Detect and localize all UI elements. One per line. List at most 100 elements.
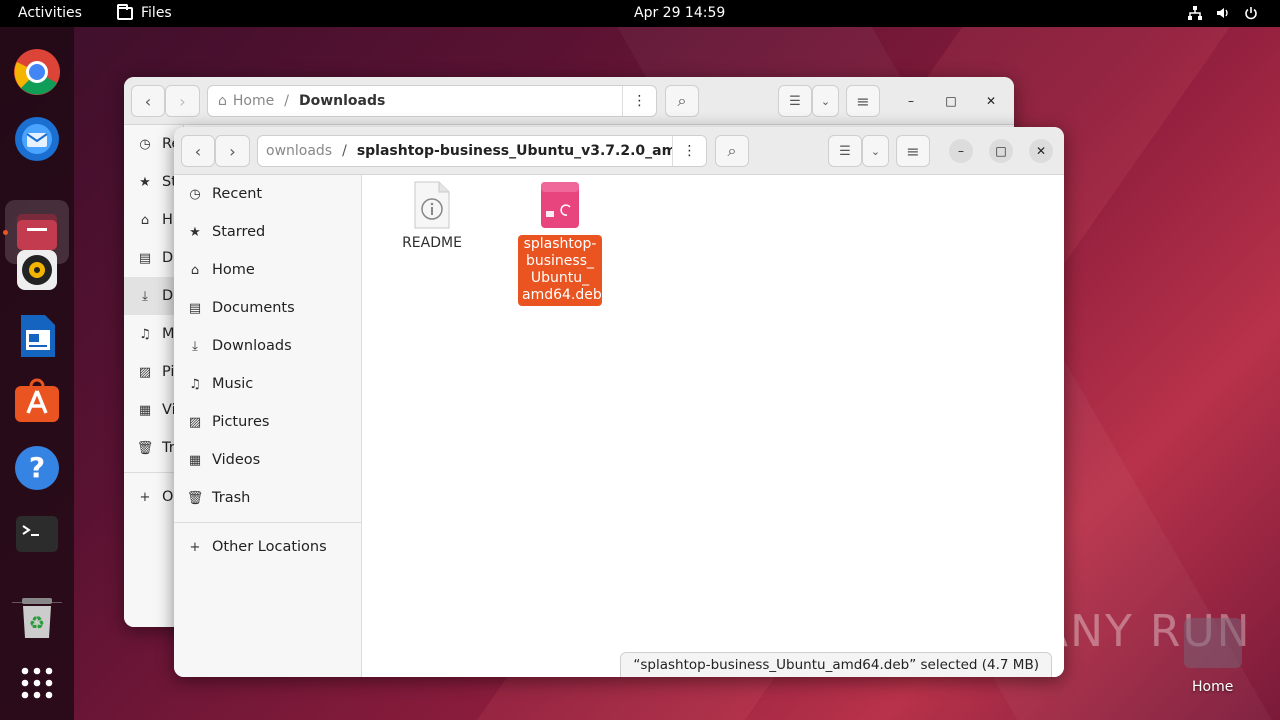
star-icon: ★: [189, 224, 201, 240]
terminal-icon[interactable]: [13, 510, 61, 558]
close-button[interactable]: ✕: [979, 89, 1003, 113]
sidebar-item-other-locations[interactable]: + Other Locations: [174, 528, 362, 566]
sidebar-item-videos[interactable]: ▦ Videos: [174, 441, 362, 479]
sidebar-item-starred[interactable]: ★ Starred: [174, 213, 362, 251]
trash-icon: 🗑: [136, 440, 154, 456]
path-separator: /: [284, 93, 289, 109]
rhythmbox-icon[interactable]: [13, 246, 61, 294]
main-menu-button[interactable]: ≡: [896, 135, 930, 167]
headerbar: ‹ › ⌂ Home / Downloads ⋮ ⌕ ☰ ⌄ ≡ – □ ✕: [124, 77, 1014, 125]
files-window[interactable]: ‹ › ownloads / splashtop-business_Ubuntu…: [174, 127, 1064, 677]
music-icon: ♫: [139, 326, 151, 342]
chevron-left-icon: ‹: [194, 141, 202, 161]
file-name: README: [402, 235, 462, 251]
maximize-button[interactable]: □: [939, 89, 963, 113]
headerbar: ‹ › ownloads / splashtop-business_Ubuntu…: [174, 127, 1064, 175]
path-current[interactable]: Downloads: [299, 93, 385, 109]
show-apps-icon[interactable]: [13, 659, 61, 707]
minimize-button[interactable]: –: [949, 139, 973, 163]
sidebar-item-home[interactable]: ⌂ Home: [174, 251, 362, 289]
sidebar-item-documents[interactable]: ▤ Documents: [174, 289, 362, 327]
list-view-icon: ☰: [789, 93, 801, 109]
sidebar-item-label: Pi: [162, 364, 175, 380]
search-button[interactable]: ⌕: [715, 135, 749, 167]
view-list-button[interactable]: ☰: [778, 85, 812, 117]
sidebar-item-label: O: [162, 489, 174, 505]
chrome-icon[interactable]: [13, 48, 61, 96]
music-icon: ♫: [189, 376, 201, 392]
sidebar-item-label: Other Locations: [212, 539, 327, 555]
clock-icon: ◷: [189, 186, 201, 202]
sidebar-item-label: H: [162, 212, 173, 228]
chevron-right-icon: ›: [229, 141, 236, 161]
sidebar-item-label: M: [162, 326, 175, 342]
sidebar-item-recent[interactable]: ◷ Recent: [174, 175, 362, 213]
power-icon: [1245, 7, 1257, 20]
sidebar-item-downloads[interactable]: ⤓ Downloads: [174, 327, 362, 365]
path-home[interactable]: Home: [233, 93, 274, 109]
forward-button[interactable]: ›: [215, 135, 250, 167]
dock: ? ♻: [0, 27, 74, 720]
clock[interactable]: Apr 29 14:59: [634, 5, 725, 21]
file-deb-selected[interactable]: splashtop- business_ Ubuntu_ amd64.deb: [518, 181, 602, 306]
file-view[interactable]: README splashtop- business_ Ubuntu_ amd6…: [363, 175, 1064, 677]
sidebar-item-label: Downloads: [212, 338, 292, 354]
plus-icon: +: [189, 539, 201, 555]
running-indicator: [3, 230, 8, 235]
video-icon: ▦: [138, 402, 152, 418]
path-bar[interactable]: ownloads / splashtop-business_Ubuntu_v3.…: [257, 135, 707, 167]
sidebar-item-label: Tr: [162, 440, 175, 456]
path-bar[interactable]: ⌂ Home / Downloads ⋮: [207, 85, 657, 117]
path-parent[interactable]: ownloads: [266, 143, 332, 159]
view-options-button[interactable]: ⌄: [862, 135, 889, 167]
path-menu-icon[interactable]: ⋮: [622, 86, 656, 116]
plus-icon: +: [139, 489, 151, 505]
close-button[interactable]: ✕: [1029, 139, 1053, 163]
back-button[interactable]: ‹: [181, 135, 215, 167]
app-menu[interactable]: Files: [117, 3, 172, 21]
desktop-home-folder-icon[interactable]: [1184, 618, 1242, 668]
file-readme[interactable]: README: [392, 181, 472, 252]
main-menu-button[interactable]: ≡: [846, 85, 880, 117]
maximize-button[interactable]: □: [989, 139, 1013, 163]
minimize-button[interactable]: –: [899, 89, 923, 113]
selection-status: “splashtop-business_Ubuntu_amd64.deb” se…: [633, 657, 1039, 673]
activities-button[interactable]: Activities: [18, 5, 82, 21]
view-options-button[interactable]: ⌄: [812, 85, 839, 117]
download-icon: ⤓: [142, 288, 148, 304]
picture-icon: ▨: [188, 414, 202, 430]
path-menu-icon[interactable]: ⋮: [672, 136, 706, 166]
debian-package-icon: [541, 182, 579, 228]
view-list-button[interactable]: ☰: [828, 135, 862, 167]
home-icon: ⌂: [140, 212, 150, 228]
path-current[interactable]: splashtop-business_Ubuntu_v3.7.2.0_amd64: [357, 143, 706, 159]
list-view-icon: ☰: [839, 143, 851, 159]
search-button[interactable]: ⌕: [665, 85, 699, 117]
sidebar: ◷ Recent ★ Starred ⌂ Home ▤ Documents ⤓ Downl…: [174, 175, 362, 677]
sidebar-item-trash[interactable]: 🗑 Trash: [174, 479, 362, 517]
libreoffice-writer-icon[interactable]: [13, 312, 61, 360]
sidebar-item-label: Music: [212, 376, 254, 392]
sidebar-item-music[interactable]: ♫ Music: [174, 365, 362, 403]
svg-text:?: ?: [29, 451, 45, 484]
video-icon: ▦: [188, 452, 202, 468]
chevron-down-icon: ⌄: [870, 144, 881, 158]
desktop-home-label[interactable]: Home: [1192, 679, 1233, 695]
trash-icon: 🗑: [186, 490, 204, 506]
chevron-right-icon: ›: [179, 91, 186, 111]
app-center-icon[interactable]: [13, 378, 61, 426]
forward-button[interactable]: ›: [165, 85, 200, 117]
system-status-area[interactable]: [1188, 6, 1258, 20]
folder-icon: [117, 3, 133, 20]
thunderbird-icon[interactable]: [13, 114, 61, 162]
sidebar-item-label: D: [162, 250, 174, 266]
sidebar-item-label: Recent: [212, 186, 263, 202]
back-button[interactable]: ‹: [131, 85, 165, 117]
hamburger-icon: ≡: [856, 91, 870, 111]
clock-icon: ◷: [139, 136, 151, 152]
help-icon[interactable]: ?: [13, 444, 61, 492]
trash-icon[interactable]: ♻: [13, 594, 61, 642]
chevron-down-icon: ⌄: [820, 94, 831, 108]
sidebar-item-label: Pictures: [212, 414, 270, 430]
sidebar-item-pictures[interactable]: ▨ Pictures: [174, 403, 362, 441]
